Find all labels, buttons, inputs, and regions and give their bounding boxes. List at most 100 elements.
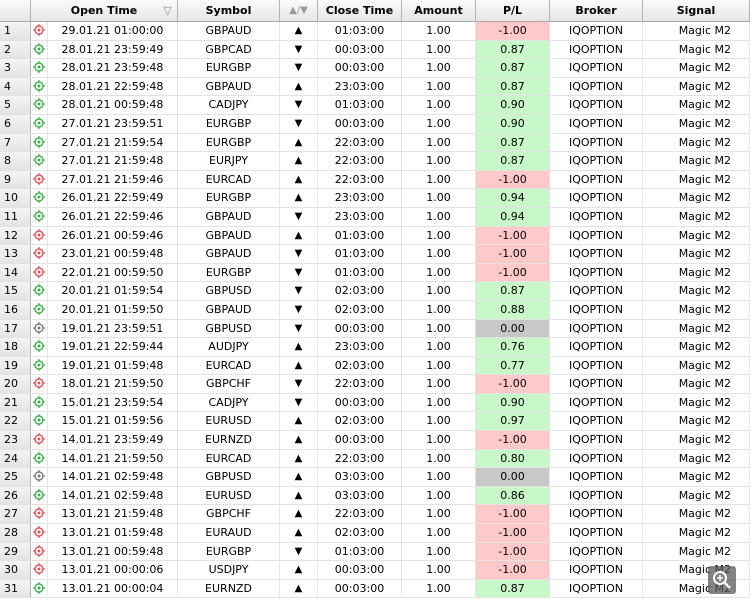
table-row[interactable]: 30 13.01.21 00:00:06 USDJPY ▲ 00:03:00 1.00 -1… [0, 561, 750, 580]
cell-symbol: GBPAUD [178, 77, 280, 96]
cell-open-time: 27.01.21 21:59:46 [48, 170, 178, 189]
win-status-icon [31, 189, 48, 207]
table-row[interactable]: 29 13.01.21 00:59:48 EURGBP ▼ 01:03:00 1.00 -1… [0, 542, 750, 562]
cell-signal: Magic M2 [643, 282, 750, 300]
cell-close-time: 01:03:00 [318, 96, 402, 114]
cell-symbol: EURGBP [178, 133, 280, 152]
cell-symbol: EURGBP [178, 542, 280, 561]
cell-close-time: 00:03:00 [318, 114, 402, 133]
table-row[interactable]: 8 27.01.21 21:59:48 EURJPY ▲ 22:03:00 1.00 0.8… [0, 152, 750, 171]
cell-pl: 0.00 [476, 468, 550, 486]
table-row[interactable]: 26 14.01.21 02:59:48 EURUSD ▲ 03:03:00 1.00 0.… [0, 486, 750, 506]
cell-broker: IQOPTION [550, 22, 643, 40]
row-number: 27 [0, 505, 31, 524]
col-header-amount[interactable]: Amount [402, 0, 476, 21]
cell-broker: IQOPTION [550, 170, 643, 189]
table-row[interactable]: 14 22.01.21 00:59:50 EURGBP ▼ 01:03:00 1.00 -1… [0, 263, 750, 283]
cell-open-time: 28.01.21 23:59:48 [48, 59, 178, 77]
cell-broker: IQOPTION [550, 579, 643, 598]
cell-amount: 1.00 [402, 375, 476, 393]
cell-symbol: EURGBP [178, 263, 280, 282]
table-row[interactable]: 10 26.01.21 22:59:49 EURGBP ▲ 23:03:00 1.00 0.… [0, 189, 750, 208]
col-header-symbol[interactable]: Symbol [178, 0, 280, 21]
table-row[interactable]: 13 23.01.21 00:59:48 GBPAUD ▼ 01:03:00 1.00 -1… [0, 245, 750, 264]
table-row[interactable]: 4 28.01.21 22:59:48 GBPAUD ▲ 23:03:00 1.00 0.8… [0, 77, 750, 97]
cell-pl: 0.90 [476, 96, 550, 114]
cell-open-time: 20.01.21 01:59:50 [48, 300, 178, 319]
cell-signal: Magic M2 [643, 96, 750, 114]
row-number: 5 [0, 96, 31, 114]
cell-signal: Magic M2 [643, 356, 750, 375]
win-status-icon [31, 449, 48, 468]
cell-open-time: 20.01.21 01:59:54 [48, 282, 178, 300]
row-number: 8 [0, 152, 31, 170]
row-number: 24 [0, 449, 31, 468]
win-status-icon [31, 338, 48, 356]
table-row[interactable]: 20 18.01.21 21:59:50 GBPCHF ▼ 22:03:00 1.00 -1… [0, 375, 750, 394]
table-row[interactable]: 19 19.01.21 01:59:48 EURCAD ▲ 02:03:00 1.00 0.… [0, 356, 750, 376]
cell-close-time: 01:03:00 [318, 542, 402, 561]
cell-amount: 1.00 [402, 486, 476, 505]
cell-broker: IQOPTION [550, 486, 643, 505]
table-row[interactable]: 24 14.01.21 21:59:50 EURCAD ▲ 22:03:00 1.00 0.… [0, 449, 750, 469]
table-row[interactable]: 5 28.01.21 00:59:48 CADJPY ▼ 01:03:00 1.00 0.9… [0, 96, 750, 115]
row-number: 1 [0, 22, 31, 40]
cell-amount: 1.00 [402, 338, 476, 356]
row-number: 31 [0, 579, 31, 598]
cell-signal: Magic M2 [643, 431, 750, 449]
cell-symbol: GBPUSD [178, 282, 280, 300]
cell-amount: 1.00 [402, 524, 476, 542]
table-row[interactable]: 11 26.01.21 22:59:46 GBPAUD ▼ 23:03:00 1.00 0.… [0, 207, 750, 227]
table-row[interactable]: 7 27.01.21 21:59:54 EURGBP ▲ 22:03:00 1.00 0.8… [0, 133, 750, 153]
row-number: 14 [0, 263, 31, 282]
row-number: 3 [0, 59, 31, 77]
cell-direction: ▲ [280, 561, 318, 579]
col-header-signal[interactable]: Signal [643, 0, 750, 21]
cell-close-time: 00:03:00 [318, 319, 402, 338]
table-row[interactable]: 28 13.01.21 01:59:48 EURAUD ▲ 02:03:00 1.00 -1… [0, 524, 750, 543]
cell-signal: Magic M2 [643, 375, 750, 393]
table-row[interactable]: 16 20.01.21 01:59:50 GBPAUD ▼ 02:03:00 1.00 0.… [0, 300, 750, 320]
table-row[interactable]: 1 29.01.21 01:00:00 GBPAUD ▲ 01:03:00 1.00 -1.… [0, 22, 750, 41]
cell-direction: ▲ [280, 579, 318, 598]
table-row[interactable]: 25 14.01.21 02:59:48 GBPUSD ▲ 03:03:00 1.00 0.… [0, 468, 750, 487]
cell-signal: Magic M2 [643, 226, 750, 245]
table-row[interactable]: 3 28.01.21 23:59:48 EURGBP ▼ 00:03:00 1.00 0.8… [0, 59, 750, 78]
loss-status-icon [31, 524, 48, 542]
col-header-close-time[interactable]: Close Time [318, 0, 402, 21]
cell-symbol: EURNZD [178, 579, 280, 598]
cell-broker: IQOPTION [550, 356, 643, 375]
table-row[interactable]: 9 27.01.21 21:59:46 EURCAD ▲ 22:03:00 1.00 -1.… [0, 170, 750, 190]
table-row[interactable]: 6 27.01.21 23:59:51 EURGBP ▼ 00:03:00 1.00 0.9… [0, 114, 750, 134]
table-row[interactable]: 27 13.01.21 21:59:48 GBPCHF ▲ 22:03:00 1.00 -1… [0, 505, 750, 525]
table-row[interactable]: 15 20.01.21 01:59:54 GBPUSD ▼ 02:03:00 1.00 0.… [0, 282, 750, 301]
cell-amount: 1.00 [402, 152, 476, 170]
table-row[interactable]: 23 14.01.21 23:59:49 EURNZD ▲ 00:03:00 1.00 -1… [0, 431, 750, 450]
cell-amount: 1.00 [402, 579, 476, 598]
win-status-icon [31, 207, 48, 226]
cell-symbol: USDJPY [178, 561, 280, 579]
cell-broker: IQOPTION [550, 152, 643, 170]
cell-direction: ▲ [280, 77, 318, 96]
cell-broker: IQOPTION [550, 393, 643, 412]
col-header-pl[interactable]: P/L [476, 0, 550, 21]
cell-broker: IQOPTION [550, 77, 643, 96]
cell-direction: ▲ [280, 189, 318, 207]
zoom-button[interactable] [708, 566, 736, 594]
table-row[interactable]: 21 15.01.21 23:59:54 CADJPY ▼ 00:03:00 1.00 0.… [0, 393, 750, 413]
col-header-direction[interactable]: ▲/▼ [280, 0, 318, 21]
cell-signal: Magic M2 [643, 207, 750, 226]
win-status-icon [31, 300, 48, 319]
table-row[interactable]: 22 15.01.21 01:59:56 EURUSD ▲ 02:03:00 1.00 0.… [0, 412, 750, 432]
cell-signal: Magic M2 [643, 77, 750, 96]
col-header-broker[interactable]: Broker [550, 0, 643, 21]
cell-direction: ▲ [280, 170, 318, 189]
table-row[interactable]: 18 19.01.21 22:59:44 AUDJPY ▲ 23:03:00 1.00 0.… [0, 338, 750, 357]
table-row[interactable]: 17 19.01.21 23:59:51 GBPUSD ▼ 00:03:00 1.00 0.… [0, 319, 750, 339]
cell-amount: 1.00 [402, 431, 476, 449]
col-header-open-time[interactable]: Open Time ▽ [31, 0, 178, 21]
table-row[interactable]: 12 26.01.21 00:59:46 GBPAUD ▲ 01:03:00 1.00 -1… [0, 226, 750, 246]
table-row[interactable]: 2 28.01.21 23:59:49 GBPCAD ▼ 00:03:00 1.00 0.8… [0, 40, 750, 60]
cell-amount: 1.00 [402, 226, 476, 245]
table-row[interactable]: 31 13.01.21 00:00:04 EURNZD ▲ 00:03:00 1.00 0.… [0, 579, 750, 599]
